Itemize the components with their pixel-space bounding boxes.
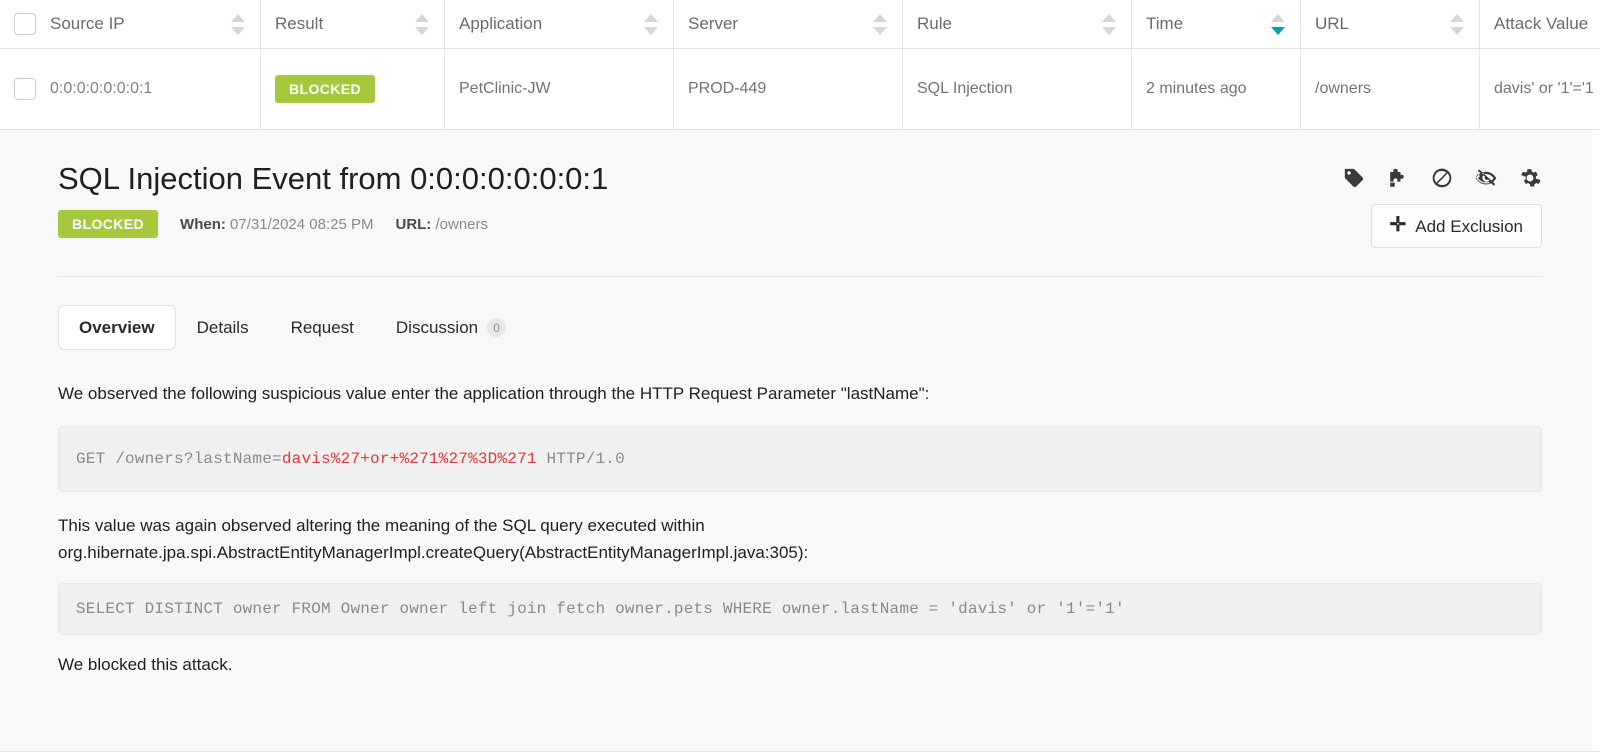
header-divider	[58, 276, 1542, 277]
event-detail-panel: SQL Injection Event from 0:0:0:0:0:0:0:1…	[0, 130, 1600, 752]
overview-intro-text: We observed the following suspicious val…	[58, 380, 1542, 408]
request-code-attack: davis%27+or+%271%27%3D%271	[282, 450, 537, 468]
events-table: Source IP Result	[0, 0, 1600, 130]
column-label-application: Application	[459, 14, 542, 34]
cell-time: 2 minutes ago	[1132, 49, 1301, 130]
puzzle-piece-icon[interactable]	[1386, 166, 1410, 190]
plus-icon: ✛	[1390, 215, 1407, 235]
table-header-row: Source IP Result	[0, 0, 1600, 49]
status-badge: BLOCKED	[275, 75, 375, 103]
column-label-rule: Rule	[917, 14, 952, 34]
column-header-attack-value[interactable]: Attack Value	[1480, 0, 1600, 49]
column-label-url: URL	[1315, 14, 1349, 34]
column-label-source-ip: Source IP	[50, 14, 125, 34]
add-exclusion-label: Add Exclusion	[1415, 218, 1523, 235]
tab-discussion-badge: 0	[487, 318, 506, 337]
tab-discussion-label: Discussion	[396, 319, 478, 336]
detail-header-actions: ✛ Add Exclusion	[1342, 162, 1542, 248]
request-code-prefix: GET /owners?lastName=	[76, 450, 282, 468]
detail-status-badge: BLOCKED	[58, 210, 158, 238]
url-value: /owners	[435, 216, 488, 233]
when-value: 07/31/2024 08:25 PM	[230, 216, 373, 233]
value-source-ip: 0:0:0:0:0:0:0:1	[50, 80, 152, 98]
table-header: Source IP Result	[0, 0, 1600, 49]
tab-request[interactable]: Request	[270, 305, 375, 350]
tag-icon[interactable]	[1342, 166, 1366, 190]
sort-toggle-application[interactable]	[643, 13, 659, 36]
cell-server: PROD-449	[674, 49, 903, 130]
cell-url: /owners	[1301, 49, 1480, 130]
sql-explanation-line1: This value was again observed altering t…	[58, 516, 705, 535]
sort-toggle-result[interactable]	[414, 13, 430, 36]
cell-application: PetClinic-JW	[445, 49, 674, 130]
sort-toggle-time[interactable]	[1270, 13, 1286, 36]
table-body: 0:0:0:0:0:0:0:1 BLOCKED PetClinic-JW PRO…	[0, 49, 1600, 130]
request-code-suffix: HTTP/1.0	[537, 450, 625, 468]
sort-toggle-source-ip[interactable]	[230, 13, 246, 36]
gear-icon[interactable]	[1518, 166, 1542, 190]
tab-details[interactable]: Details	[176, 305, 270, 350]
when-label: When:	[180, 216, 226, 233]
url-label: URL:	[395, 216, 431, 233]
tab-details-label: Details	[197, 319, 249, 336]
request-code-block: GET /owners?lastName=davis%27+or+%271%27…	[58, 426, 1542, 492]
column-label-attack-value: Attack Value	[1494, 14, 1588, 34]
cell-result: BLOCKED	[261, 49, 445, 130]
detail-header-left: SQL Injection Event from 0:0:0:0:0:0:0:1…	[58, 162, 608, 238]
column-label-result: Result	[275, 14, 323, 34]
scroll-gutter[interactable]	[1592, 130, 1600, 751]
column-header-time[interactable]: Time	[1132, 0, 1301, 49]
eye-slash-icon[interactable]	[1474, 166, 1498, 190]
tab-overview-label: Overview	[79, 319, 155, 336]
sort-toggle-rule[interactable]	[1101, 13, 1117, 36]
sort-toggle-url[interactable]	[1449, 13, 1465, 36]
when-meta: When: 07/31/2024 08:25 PM	[180, 216, 373, 233]
conclusion-text: We blocked this attack.	[58, 655, 1542, 675]
page-title: SQL Injection Event from 0:0:0:0:0:0:0:1	[58, 162, 608, 196]
cell-rule: SQL Injection	[903, 49, 1132, 130]
action-icon-row	[1342, 166, 1542, 190]
column-header-application[interactable]: Application	[445, 0, 674, 49]
tab-discussion[interactable]: Discussion 0	[375, 305, 527, 350]
add-exclusion-button[interactable]: ✛ Add Exclusion	[1371, 204, 1543, 248]
table-row[interactable]: 0:0:0:0:0:0:0:1 BLOCKED PetClinic-JW PRO…	[0, 49, 1600, 130]
detail-meta-row: BLOCKED When: 07/31/2024 08:25 PM URL: /…	[58, 210, 608, 238]
column-header-server[interactable]: Server	[674, 0, 903, 49]
sql-code-block: SELECT DISTINCT owner FROM Owner owner l…	[58, 583, 1542, 635]
column-label-server: Server	[688, 14, 738, 34]
column-header-rule[interactable]: Rule	[903, 0, 1132, 49]
sql-explanation-line2: org.hibernate.jpa.spi.AbstractEntityMana…	[58, 543, 808, 562]
sql-explanation-text: This value was again observed altering t…	[58, 512, 1542, 567]
tab-overview[interactable]: Overview	[58, 305, 176, 350]
select-all-checkbox[interactable]	[14, 13, 36, 35]
block-icon[interactable]	[1430, 166, 1454, 190]
column-header-result[interactable]: Result	[261, 0, 445, 49]
detail-header: SQL Injection Event from 0:0:0:0:0:0:0:1…	[58, 162, 1542, 248]
sort-toggle-server[interactable]	[872, 13, 888, 36]
cell-source-ip: 0:0:0:0:0:0:0:1	[0, 49, 261, 130]
url-meta: URL: /owners	[395, 216, 488, 233]
column-header-url[interactable]: URL	[1301, 0, 1480, 49]
row-select-checkbox[interactable]	[14, 78, 36, 100]
cell-attack-value: davis' or '1'='1	[1480, 49, 1600, 130]
detail-tabs: Overview Details Request Discussion 0	[58, 305, 1542, 350]
tab-request-label: Request	[291, 319, 354, 336]
column-header-source-ip[interactable]: Source IP	[0, 0, 261, 49]
column-label-time: Time	[1146, 14, 1183, 34]
